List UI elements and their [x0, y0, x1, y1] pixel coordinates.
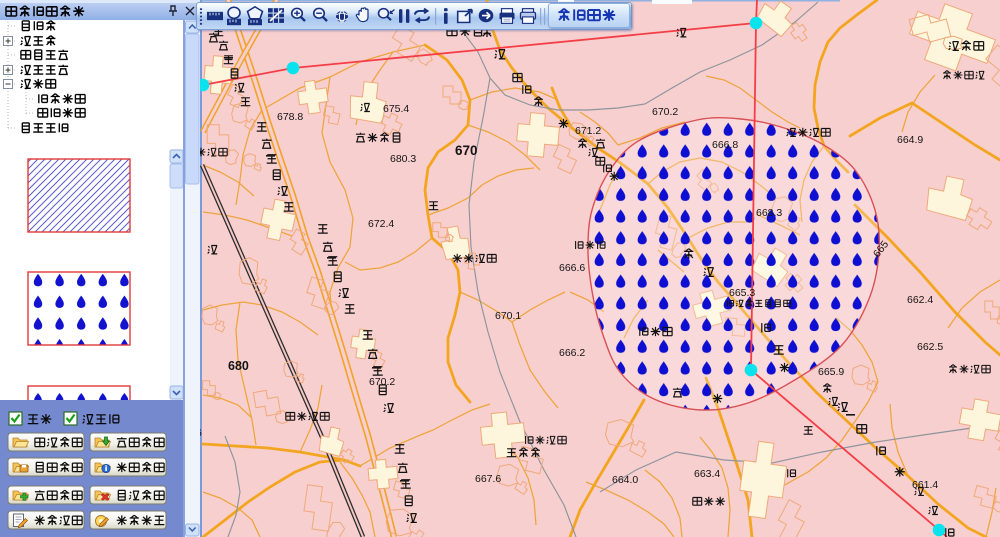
- svg-text:662.4: 662.4: [907, 294, 933, 306]
- svg-text:662.5: 662.5: [917, 341, 943, 353]
- svg-text:6: 6: [200, 427, 202, 439]
- svg-text:664.9: 664.9: [897, 134, 923, 146]
- svg-text:666.6: 666.6: [559, 262, 585, 274]
- svg-text:680.3: 680.3: [390, 153, 416, 165]
- svg-text:663.4: 663.4: [694, 468, 720, 480]
- svg-text:666.8: 666.8: [712, 139, 738, 151]
- svg-text:675.4: 675.4: [383, 103, 409, 115]
- svg-text:680: 680: [228, 359, 249, 373]
- svg-text:670.2: 670.2: [369, 376, 395, 388]
- svg-text:664.0: 664.0: [612, 474, 638, 486]
- svg-text:670: 670: [455, 143, 478, 158]
- svg-text:670.1: 670.1: [495, 310, 521, 322]
- svg-text:666.2: 666.2: [559, 347, 585, 359]
- svg-text:667.6: 667.6: [475, 473, 501, 485]
- svg-text:671.2: 671.2: [575, 125, 601, 137]
- svg-text:668.3: 668.3: [756, 207, 782, 219]
- svg-text:678.8: 678.8: [277, 111, 303, 123]
- svg-text:672.4: 672.4: [368, 218, 394, 230]
- svg-text:665.9: 665.9: [818, 366, 844, 378]
- svg-text:670.2: 670.2: [652, 106, 678, 118]
- svg-text:665.3: 665.3: [729, 287, 755, 299]
